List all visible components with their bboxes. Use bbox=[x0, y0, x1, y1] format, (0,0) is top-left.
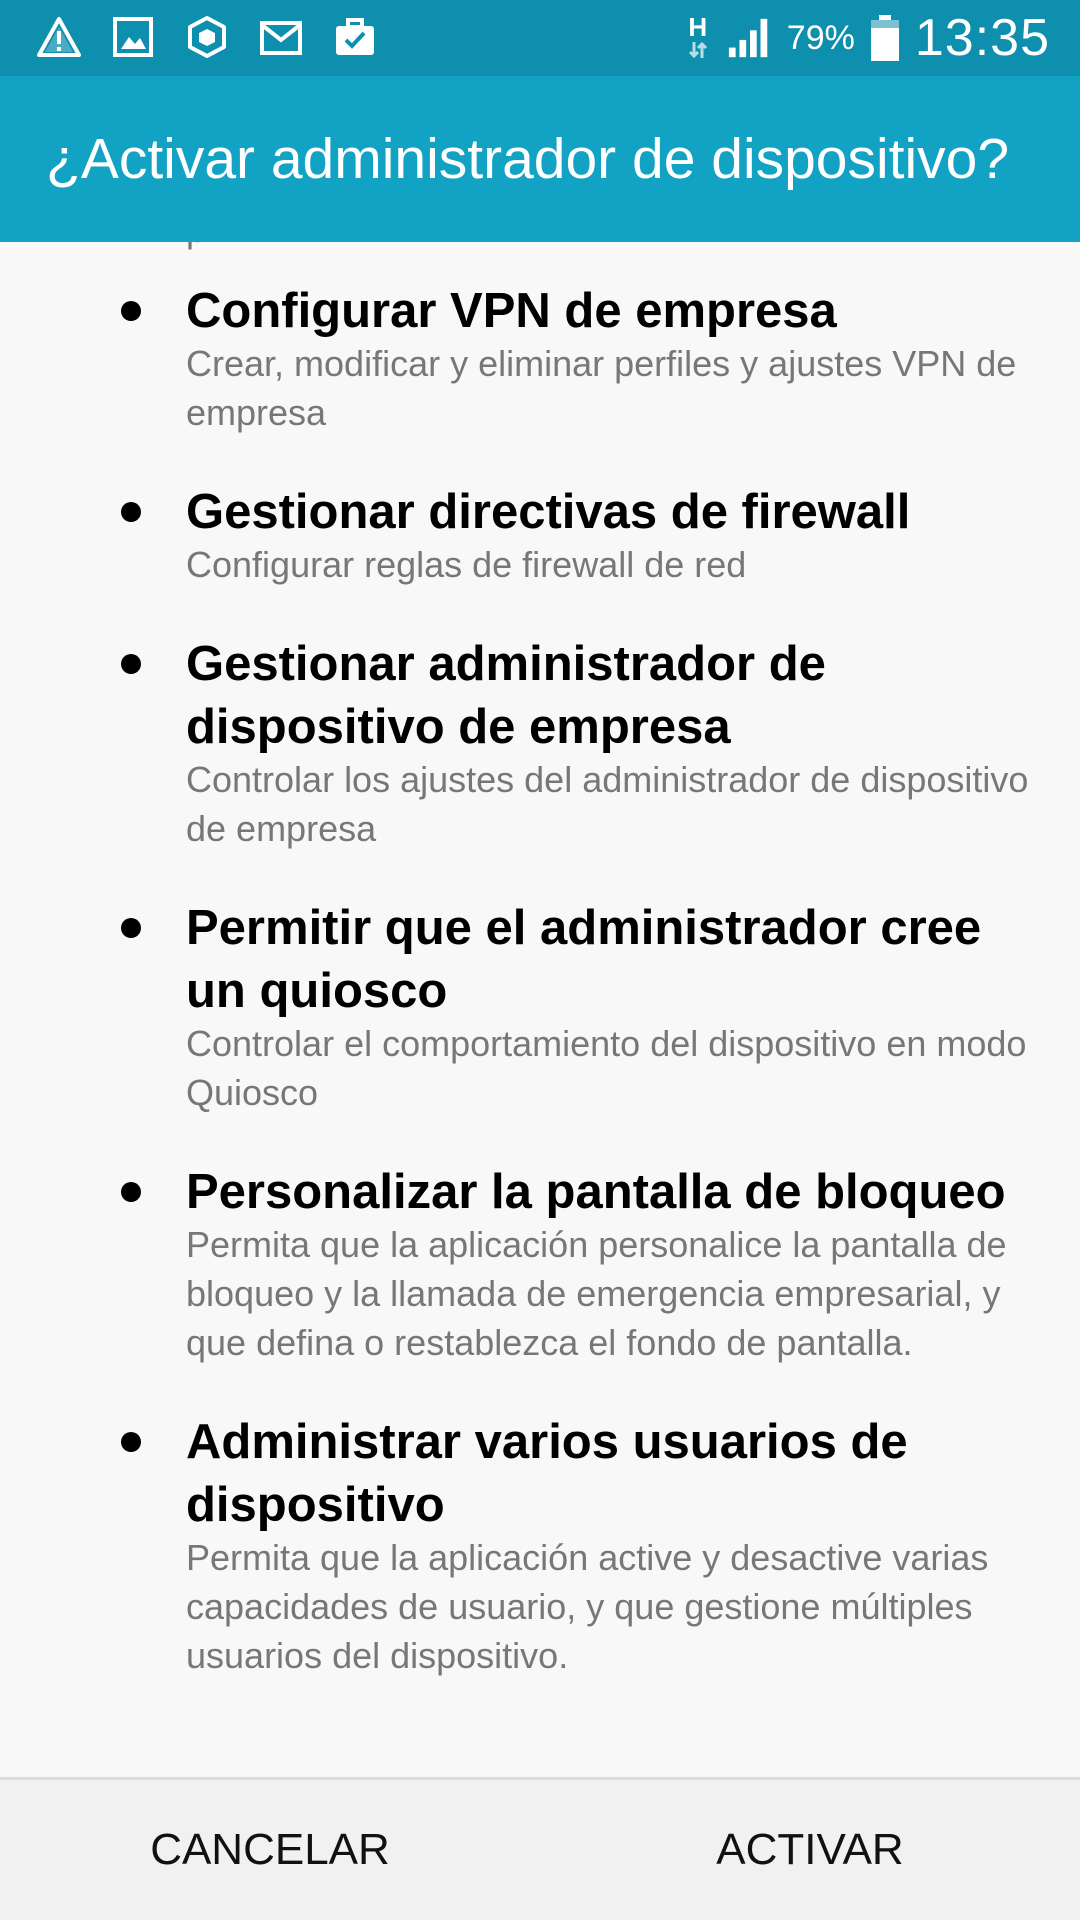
permission-title: Configurar VPN de empresa bbox=[186, 284, 837, 338]
status-bar: H 79% 13:35 bbox=[0, 0, 1080, 76]
image-icon bbox=[110, 14, 156, 60]
email-icon bbox=[258, 14, 304, 60]
permission-description: Crear, modificar y eliminar perfiles y a… bbox=[186, 343, 1017, 433]
permission-title: Gestionar administrador de dispositivo d… bbox=[186, 637, 826, 754]
bullet-icon bbox=[121, 1432, 141, 1452]
dialog-button-bar: CANCELAR ACTIVAR bbox=[0, 1780, 1080, 1920]
list-item: Personalizar la pantalla de bloqueo Perm… bbox=[0, 1161, 1080, 1367]
network-type-label: H bbox=[688, 12, 708, 42]
list-item: Administrar varios usuarios de dispositi… bbox=[0, 1411, 1080, 1680]
data-arrows-icon bbox=[688, 41, 707, 59]
permission-title: Personalizar la pantalla de bloqueo bbox=[186, 1165, 1006, 1219]
status-indicators: H 79% 13:35 bbox=[683, 8, 1050, 68]
permission-description: Configurar reglas de firewall de red bbox=[186, 544, 747, 585]
permission-title: Permitir que el administrador cree un qu… bbox=[186, 901, 982, 1018]
clipped-previous-text: p bbox=[186, 242, 206, 252]
bullet-icon bbox=[121, 301, 141, 321]
list-item: Configurar VPN de empresa Crear, modific… bbox=[0, 280, 1080, 437]
permission-description: Permita que la aplicación active y desac… bbox=[186, 1537, 989, 1676]
list-item: Permitir que el administrador cree un qu… bbox=[0, 897, 1080, 1117]
permission-description: Controlar los ajustes del administrador … bbox=[186, 759, 1029, 849]
bullet-icon bbox=[121, 1182, 141, 1202]
network-type-indicator: H bbox=[683, 14, 713, 62]
battery-icon bbox=[869, 15, 901, 61]
permission-list: Configurar VPN de empresa Crear, modific… bbox=[0, 280, 1080, 1724]
permission-description: Permita que la aplicación personalice la… bbox=[186, 1224, 1007, 1363]
signal-bars-icon bbox=[727, 15, 773, 61]
list-item: Gestionar directivas de firewall Configu… bbox=[0, 481, 1080, 589]
warning-icon bbox=[36, 14, 82, 60]
list-item: Gestionar administrador de dispositivo d… bbox=[0, 633, 1080, 853]
bullet-icon bbox=[121, 654, 141, 674]
permission-title: Administrar varios usuarios de dispositi… bbox=[186, 1415, 908, 1532]
briefcase-check-icon bbox=[332, 14, 378, 60]
bullet-icon bbox=[121, 918, 141, 938]
cancel-button[interactable]: CANCELAR bbox=[0, 1780, 540, 1920]
activate-button[interactable]: ACTIVAR bbox=[540, 1780, 1080, 1920]
permissions-scroll-area[interactable]: p Configurar VPN de empresa Crear, modif… bbox=[0, 242, 1080, 1777]
notification-icons bbox=[36, 14, 378, 60]
network-cube-icon bbox=[184, 14, 230, 60]
battery-percent: 79% bbox=[786, 19, 855, 57]
bullet-icon bbox=[121, 502, 141, 522]
dialog-header: ¿Activar administrador de dispositivo? bbox=[0, 76, 1080, 242]
permission-title: Gestionar directivas de firewall bbox=[186, 485, 911, 539]
permission-description: Controlar el comportamiento del disposit… bbox=[186, 1023, 1027, 1113]
clock: 13:35 bbox=[914, 9, 1050, 67]
dialog-title: ¿Activar administrador de dispositivo? bbox=[46, 127, 1010, 191]
